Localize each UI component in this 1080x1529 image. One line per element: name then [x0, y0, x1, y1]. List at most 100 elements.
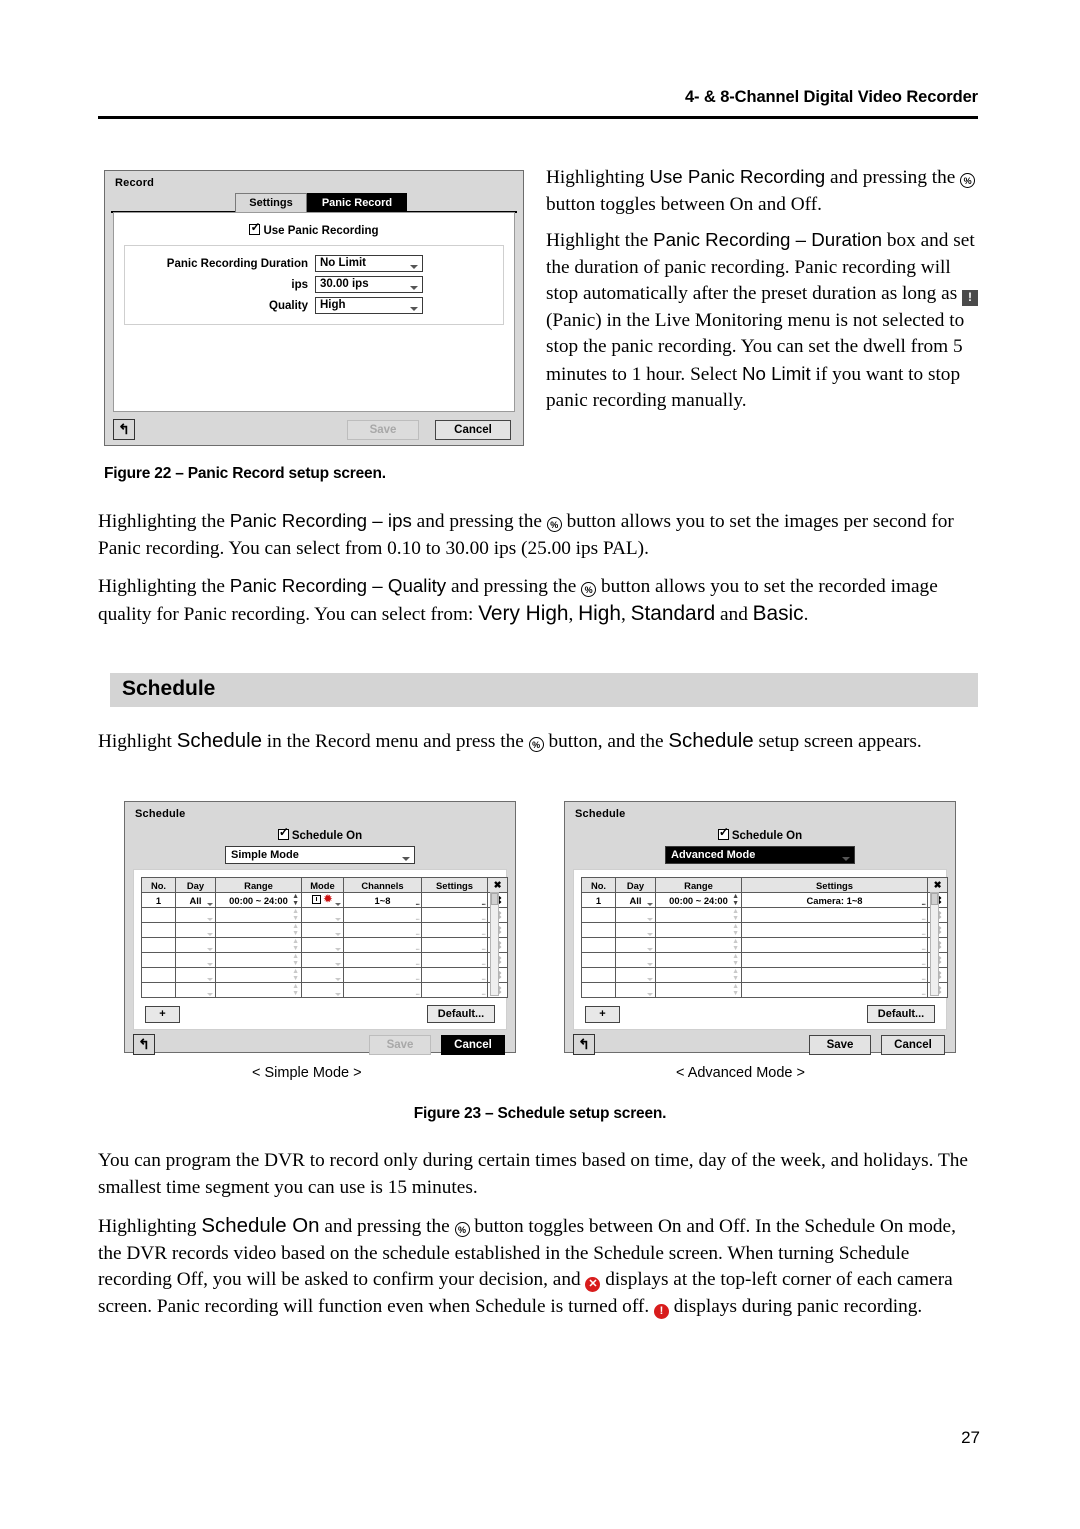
- tab-panic-record[interactable]: Panic Record: [307, 193, 407, 212]
- ellipsis-icon[interactable]: ...: [921, 928, 926, 937]
- table-row[interactable]: ▲▼...✖: [581, 967, 948, 983]
- chevron-down-icon[interactable]: [647, 933, 653, 936]
- tab-settings[interactable]: Settings: [235, 193, 307, 212]
- ellipsis-icon[interactable]: ...: [415, 898, 420, 907]
- ellipsis-icon[interactable]: ...: [481, 973, 486, 982]
- chevron-down-icon[interactable]: [647, 903, 653, 906]
- chevron-down-icon[interactable]: [842, 857, 850, 861]
- table-scrollbar[interactable]: [490, 892, 499, 996]
- cell-day[interactable]: All: [175, 892, 216, 908]
- col-delete-all[interactable]: ✖: [487, 877, 508, 893]
- chevron-down-icon[interactable]: [335, 903, 341, 906]
- spinner-icon[interactable]: ▲ ▼: [732, 968, 739, 982]
- chevron-down-icon[interactable]: [410, 265, 418, 269]
- chevron-down-icon[interactable]: [335, 963, 341, 966]
- chevron-down-icon[interactable]: [207, 948, 213, 951]
- ellipsis-icon[interactable]: ...: [921, 943, 926, 952]
- spinner-icon[interactable]: ▲ ▼: [292, 923, 299, 937]
- default-button[interactable]: Default...: [427, 1005, 495, 1023]
- spinner-icon[interactable]: ▲ ▼: [732, 983, 739, 997]
- chevron-down-icon[interactable]: [647, 963, 653, 966]
- add-row-button[interactable]: +: [585, 1006, 620, 1023]
- spinner-icon[interactable]: ▲ ▼: [292, 893, 299, 907]
- table-row[interactable]: ▲▼......✖: [141, 952, 508, 968]
- chevron-down-icon[interactable]: [207, 963, 213, 966]
- chevron-down-icon[interactable]: [647, 948, 653, 951]
- duration-combo[interactable]: No Limit: [315, 255, 423, 272]
- cell-range[interactable]: 00:00 ~ 24:00 ▲ ▼: [655, 892, 742, 908]
- ellipsis-icon[interactable]: ...: [481, 913, 486, 922]
- cancel-button[interactable]: Cancel: [441, 1035, 505, 1055]
- spinner-icon[interactable]: ▲ ▼: [732, 938, 739, 952]
- ellipsis-icon[interactable]: ...: [921, 898, 926, 907]
- ellipsis-icon[interactable]: ...: [481, 958, 486, 967]
- cell-settings[interactable]: Camera: 1~8...: [741, 892, 928, 908]
- chevron-down-icon[interactable]: [410, 286, 418, 290]
- spinner-icon[interactable]: ▲ ▼: [732, 893, 739, 907]
- chevron-down-icon[interactable]: [335, 918, 341, 921]
- table-row[interactable]: ▲▼......✖: [141, 922, 508, 938]
- ellipsis-icon[interactable]: ...: [415, 943, 420, 952]
- schedule-on-row[interactable]: Schedule On: [125, 820, 515, 842]
- ellipsis-icon[interactable]: ...: [921, 958, 926, 967]
- spinner-icon[interactable]: ▲ ▼: [292, 908, 299, 922]
- mode-select-advanced[interactable]: Advanced Mode: [665, 846, 855, 864]
- table-row[interactable]: ▲▼......✖: [141, 937, 508, 953]
- spinner-icon[interactable]: ▲ ▼: [732, 923, 739, 937]
- spinner-icon[interactable]: ▲ ▼: [292, 968, 299, 982]
- spinner-icon[interactable]: ▲ ▼: [732, 953, 739, 967]
- add-row-button[interactable]: +: [145, 1006, 180, 1023]
- schedule-on-row[interactable]: Schedule On: [565, 820, 955, 842]
- col-delete-all[interactable]: ✖: [927, 877, 948, 893]
- use-panic-recording-row[interactable]: Use Panic Recording: [114, 213, 514, 237]
- table-row[interactable]: 1 All 00:00 ~ 24:00▲▼ Camera: 1~8... ✖: [581, 892, 948, 908]
- ellipsis-icon[interactable]: ...: [481, 928, 486, 937]
- chevron-down-icon[interactable]: [207, 978, 213, 981]
- chevron-down-icon[interactable]: [207, 993, 213, 996]
- default-button[interactable]: Default...: [867, 1005, 935, 1023]
- cell-day[interactable]: All: [615, 892, 656, 908]
- chevron-down-icon[interactable]: [207, 903, 213, 906]
- checkbox-checked-icon[interactable]: [249, 220, 261, 235]
- spinner-icon[interactable]: ▲ ▼: [292, 938, 299, 952]
- table-row[interactable]: ▲▼...✖: [581, 907, 948, 923]
- back-arrow-icon[interactable]: ↰: [133, 1034, 155, 1055]
- save-button[interactable]: Save: [369, 1035, 431, 1055]
- ellipsis-icon[interactable]: ...: [415, 988, 420, 997]
- ellipsis-icon[interactable]: ...: [921, 988, 926, 997]
- spinner-icon[interactable]: ▲ ▼: [292, 983, 299, 997]
- checkbox-checked-icon[interactable]: [717, 825, 729, 840]
- ellipsis-icon[interactable]: ...: [921, 973, 926, 982]
- save-button[interactable]: Save: [809, 1035, 871, 1055]
- ellipsis-icon[interactable]: ...: [481, 943, 486, 952]
- back-arrow-icon[interactable]: ↰: [573, 1034, 595, 1055]
- cell-settings[interactable]: ...: [421, 892, 488, 908]
- ellipsis-icon[interactable]: ...: [415, 928, 420, 937]
- chevron-down-icon[interactable]: [402, 857, 410, 861]
- chevron-down-icon[interactable]: [207, 918, 213, 921]
- chevron-down-icon[interactable]: [335, 978, 341, 981]
- cell-mode[interactable]: ✹: [301, 892, 344, 908]
- table-row[interactable]: ▲▼...✖: [581, 952, 948, 968]
- spinner-icon[interactable]: ▲ ▼: [732, 908, 739, 922]
- ellipsis-icon[interactable]: ...: [481, 898, 486, 907]
- scrollbar-thumb[interactable]: [931, 893, 938, 905]
- chevron-down-icon[interactable]: [207, 933, 213, 936]
- table-row[interactable]: ▲▼......✖: [141, 982, 508, 998]
- ellipsis-icon[interactable]: ...: [415, 913, 420, 922]
- cancel-button[interactable]: Cancel: [881, 1035, 945, 1055]
- table-row[interactable]: ▲▼...✖: [581, 937, 948, 953]
- chevron-down-icon[interactable]: [335, 933, 341, 936]
- checkbox-checked-icon[interactable]: [277, 825, 289, 840]
- table-row[interactable]: ▲▼......✖: [141, 907, 508, 923]
- table-row[interactable]: ▲▼...✖: [581, 922, 948, 938]
- table-row[interactable]: 1 All 00:00 ~ 24:00▲▼ ✹ 1~8... ... ✖: [141, 892, 508, 908]
- chevron-down-icon[interactable]: [335, 993, 341, 996]
- mode-select-simple[interactable]: Simple Mode: [225, 846, 415, 864]
- ellipsis-icon[interactable]: ...: [921, 913, 926, 922]
- spinner-icon[interactable]: ▲ ▼: [292, 953, 299, 967]
- ellipsis-icon[interactable]: ...: [415, 958, 420, 967]
- chevron-down-icon[interactable]: [647, 978, 653, 981]
- table-row[interactable]: ▲▼...✖: [581, 982, 948, 998]
- cancel-button[interactable]: Cancel: [435, 420, 511, 440]
